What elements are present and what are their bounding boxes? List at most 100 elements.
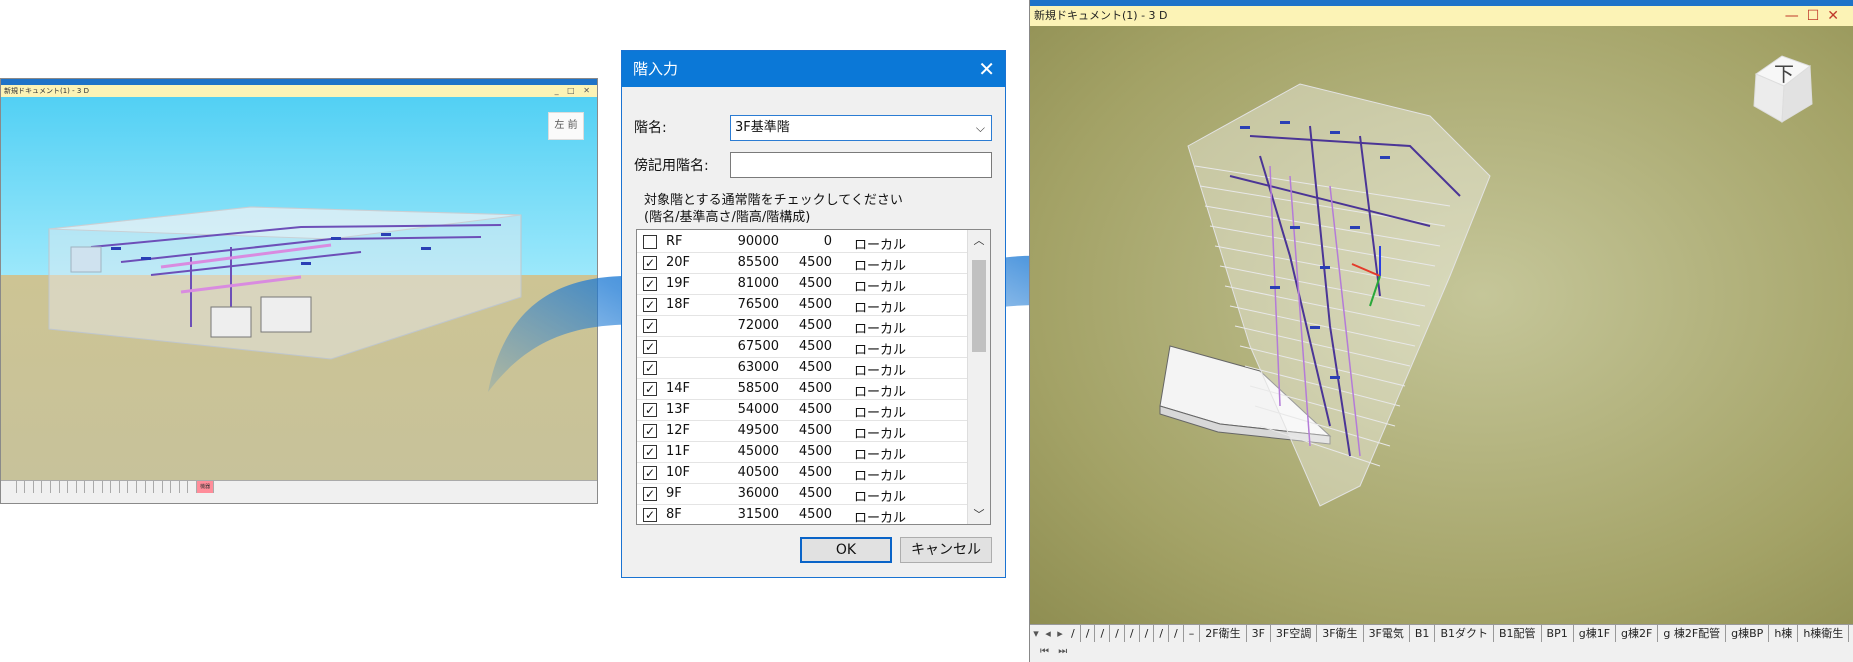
floor-row[interactable]: ✓ 14F 58500 4500 ローカル <box>637 379 967 400</box>
scroll-up-icon[interactable]: ︿ <box>968 232 990 248</box>
floor-row[interactable]: ✓ 72000 4500 ローカル <box>637 316 967 337</box>
checkbox-icon[interactable]: ✓ <box>643 340 657 354</box>
right-tab[interactable]: / <box>1110 625 1125 643</box>
left-tab[interactable] <box>25 481 34 493</box>
floor-row[interactable]: RF 90000 0 ローカル <box>637 232 967 253</box>
cancel-button[interactable]: キャンセル <box>900 537 992 563</box>
left-tab[interactable] <box>51 481 60 493</box>
tab-scroll-first-icon[interactable]: ▾ <box>1030 625 1042 643</box>
floor-row[interactable]: ✓ 19F 81000 4500 ローカル <box>637 274 967 295</box>
floor-row[interactable]: ✓ 67500 4500 ローカル <box>637 337 967 358</box>
right-tab[interactable]: / <box>1140 625 1155 643</box>
right-tab[interactable]: g 棟2F配管 <box>1658 625 1727 643</box>
tab-jump-last-icon[interactable]: ⏭ <box>1052 646 1067 657</box>
right-tab[interactable]: 3F衛生 <box>1317 625 1364 643</box>
checkbox-icon[interactable]: ✓ <box>643 277 657 291</box>
checkbox-icon[interactable]: ✓ <box>643 298 657 312</box>
checkbox-icon[interactable]: ✓ <box>643 256 657 270</box>
checkbox-icon[interactable]: ✓ <box>643 445 657 459</box>
floor-row[interactable]: ✓ 20F 85500 4500 ローカル <box>637 253 967 274</box>
right-tab[interactable]: / <box>1081 625 1096 643</box>
left-view-cube-icon[interactable]: 左 前 <box>548 112 584 140</box>
checkbox-icon[interactable] <box>643 235 657 249</box>
right-tab[interactable]: B1 <box>1410 625 1436 643</box>
checkbox-icon[interactable]: ✓ <box>643 487 657 501</box>
floor-row[interactable]: ✓ 11F 45000 4500 ローカル <box>637 442 967 463</box>
left-tab[interactable] <box>17 481 26 493</box>
ok-button[interactable]: OK <box>800 537 892 563</box>
right-window-buttons[interactable]: —☐✕ <box>1785 6 1847 26</box>
left-tab[interactable] <box>146 481 155 493</box>
left-tab[interactable] <box>68 481 77 493</box>
close-icon[interactable]: ✕ <box>1827 8 1847 24</box>
left-window-buttons[interactable]: _ □ ✕ <box>555 85 593 97</box>
right-tab[interactable]: / <box>1066 625 1081 643</box>
checkbox-icon[interactable]: ✓ <box>643 508 657 522</box>
right-tab[interactable]: h棟衛生 <box>1798 625 1850 643</box>
right-tab[interactable]: / <box>1154 625 1170 643</box>
right-floor-tabs[interactable]: ▾ ◂ ▸ / / / / / / / / –2F衛生 3F 3F空調 3F衛生 3F電気 B1 B1ダクト B1配… <box>1030 624 1853 643</box>
minimize-icon[interactable]: — <box>1785 8 1807 24</box>
close-icon[interactable]: ✕ <box>978 51 995 87</box>
left-tab[interactable] <box>103 481 112 493</box>
checkbox-icon[interactable]: ✓ <box>643 466 657 480</box>
right-tab[interactable]: / <box>1125 625 1140 643</box>
right-tab[interactable]: BP1 <box>1542 625 1574 643</box>
left-tab[interactable] <box>42 481 51 493</box>
right-tab[interactable]: – <box>1184 625 1201 643</box>
left-tab[interactable] <box>8 481 17 493</box>
left-tab[interactable] <box>163 481 172 493</box>
vertical-scrollbar[interactable]: ︿ ﹀ <box>967 230 990 524</box>
right-tab[interactable]: B1配管 <box>1494 625 1542 643</box>
checkbox-icon[interactable]: ✓ <box>643 403 657 417</box>
left-tab[interactable] <box>94 481 103 493</box>
checkbox-icon[interactable]: ✓ <box>643 319 657 333</box>
right-tab[interactable]: 3F空調 <box>1271 625 1318 643</box>
right-tab[interactable]: 3F電気 <box>1364 625 1410 643</box>
left-tab[interactable] <box>188 481 198 493</box>
right-tab[interactable]: 2F衛生 <box>1200 625 1247 643</box>
left-tab[interactable] <box>60 481 69 493</box>
right-tab[interactable]: ドレン <box>1849 625 1853 643</box>
floor-name-combobox[interactable]: 3F基準階 ⌵ <box>730 115 992 141</box>
right-view-cube-icon[interactable]: 下 <box>1748 52 1818 124</box>
left-tab[interactable] <box>85 481 94 493</box>
checkbox-icon[interactable]: ✓ <box>643 424 657 438</box>
floor-row[interactable]: ✓ 13F 54000 4500 ローカル <box>637 400 967 421</box>
right-window-titlebar[interactable]: 新規ドキュメント(1) - 3 D —☐✕ <box>1030 6 1853 26</box>
floor-row[interactable]: ✓ 63000 4500 ローカル <box>637 358 967 379</box>
left-window-titlebar[interactable]: 新規ドキュメント(1) - 3 D _ □ ✕ <box>1 85 597 97</box>
maximize-icon[interactable]: ☐ <box>1807 8 1828 24</box>
tab-scroll-right-icon[interactable]: ▸ <box>1054 625 1066 643</box>
right-tab[interactable]: g棟1F <box>1574 625 1617 643</box>
right-tab[interactable]: / <box>1169 625 1184 643</box>
floor-row[interactable]: ✓ 9F 36000 4500 ローカル <box>637 484 967 505</box>
left-tab[interactable] <box>34 481 43 493</box>
right-tab[interactable]: g棟BP <box>1726 625 1770 643</box>
tab-jump-first-icon[interactable]: ⏮ <box>1030 646 1049 657</box>
floor-row[interactable]: ✓ 8F 31500 4500 ローカル <box>637 505 967 524</box>
floor-row[interactable]: ✓ 18F 76500 4500 ローカル <box>637 295 967 316</box>
chevron-down-icon[interactable]: ⌵ <box>976 116 985 140</box>
left-tab[interactable] <box>77 481 86 493</box>
left-tab[interactable] <box>128 481 137 493</box>
tab-scroll-left-icon[interactable]: ◂ <box>1042 625 1054 643</box>
note-name-input[interactable] <box>730 152 992 178</box>
checkbox-icon[interactable]: ✓ <box>643 382 657 396</box>
left-tab[interactable] <box>120 481 129 493</box>
left-tab[interactable] <box>154 481 163 493</box>
right-tab[interactable]: B1ダクト <box>1435 625 1494 643</box>
right-tab[interactable]: / <box>1095 625 1111 643</box>
left-tab[interactable] <box>137 481 146 493</box>
left-tab-active[interactable]: 機器 <box>197 481 215 493</box>
scroll-down-icon[interactable]: ﹀ <box>968 506 990 522</box>
left-tab[interactable] <box>180 481 189 493</box>
floor-checklist[interactable]: RF 90000 0 ローカル ✓ 20F 85500 4500 ローカル ✓ 19F 81000 45… <box>636 229 991 525</box>
right-tab[interactable]: h棟 <box>1769 625 1799 643</box>
scroll-thumb[interactable] <box>972 260 986 352</box>
floor-row[interactable]: ✓ 12F 49500 4500 ローカル <box>637 421 967 442</box>
right-tab[interactable]: g棟2F <box>1616 625 1659 643</box>
floor-row[interactable]: ✓ 10F 40500 4500 ローカル <box>637 463 967 484</box>
left-tab[interactable] <box>111 481 120 493</box>
right-3d-viewport[interactable] <box>1030 26 1853 624</box>
